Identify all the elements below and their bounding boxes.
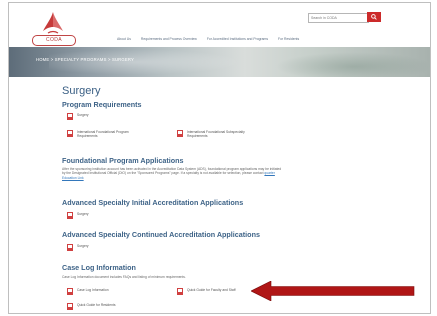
foundational-heading: Foundational Program Applications [62, 156, 184, 165]
nav-item-accredited[interactable]: For Accredited Institutions and Programs [207, 37, 268, 41]
pdf-icon [67, 288, 73, 295]
pdf-link-international-program[interactable]: International Foundational Program Requi… [67, 130, 139, 138]
case-log-text: Case Log Information document includes F… [62, 275, 186, 279]
link-label: Quick Guide for Residents [77, 303, 116, 307]
pdf-icon [177, 130, 183, 137]
advanced-continued-heading: Advanced Specialty Continued Accreditati… [62, 230, 260, 239]
link-label: Case Log Information [77, 288, 109, 292]
link-label: Quick Guide for Faculty and Staff [187, 288, 236, 292]
pdf-link-quick-guide-faculty[interactable]: Quick Guide for Faculty and Staff [177, 288, 236, 295]
page-title: Surgery [62, 85, 101, 97]
pdf-icon [67, 130, 73, 137]
search-icon [371, 14, 377, 20]
link-label: International Foundational Subspecialty … [187, 130, 245, 138]
program-requirements-heading: Program Requirements [62, 100, 142, 109]
nav-item-residents[interactable]: For Residents [278, 37, 299, 41]
pdf-link-quick-guide-residents[interactable]: Quick Guide for Residents [67, 303, 115, 310]
pdf-icon [67, 212, 73, 219]
pdf-link-case-log-information[interactable]: Case Log Information [67, 288, 109, 295]
pdf-icon [67, 113, 73, 120]
pdf-icon [67, 244, 73, 251]
advanced-initial-heading: Advanced Specialty Initial Accreditation… [62, 198, 244, 207]
link-label: Surgery [77, 244, 89, 248]
hero-banner: HOME > SPECIALTY PROGRAMS > SURGERY [9, 47, 430, 77]
link-label: Surgery [77, 212, 89, 216]
banner-highlight [49, 47, 259, 77]
nav-item-requirements[interactable]: Requirements and Process Overview [141, 37, 197, 41]
search-button[interactable] [367, 12, 381, 22]
foundational-text: After the sponsoring institution account… [62, 167, 282, 180]
search-input[interactable]: Search in CODA [308, 13, 369, 23]
pdf-icon [67, 303, 73, 310]
banner-shade [269, 51, 430, 77]
case-log-heading: Case Log Information [62, 263, 136, 272]
breadcrumb[interactable]: HOME > SPECIALTY PROGRAMS > SURGERY [36, 57, 134, 62]
browser-frame: CODA Search in CODA About Us Requirement… [8, 2, 431, 314]
link-label: Surgery [77, 113, 89, 117]
foundational-text-body: After the sponsoring institution account… [62, 167, 282, 176]
link-label: International Foundational Program Requi… [77, 130, 129, 138]
site-header: CODA Search in CODA About Us Requirement… [9, 3, 430, 49]
pdf-link-surgery-requirements[interactable]: Surgery [67, 113, 89, 120]
annotation-arrow-icon [251, 281, 415, 301]
pdf-icon [177, 288, 183, 295]
nav-item-about[interactable]: About Us [117, 37, 131, 41]
pdf-link-surgery-initial[interactable]: Surgery [67, 212, 89, 219]
pdf-link-international-subspecialty[interactable]: International Foundational Subspecialty … [177, 130, 253, 138]
logo-text: CODA [32, 35, 76, 46]
main-nav: About Us Requirements and Process Overvi… [117, 37, 308, 41]
pdf-link-surgery-continued[interactable]: Surgery [67, 244, 89, 251]
